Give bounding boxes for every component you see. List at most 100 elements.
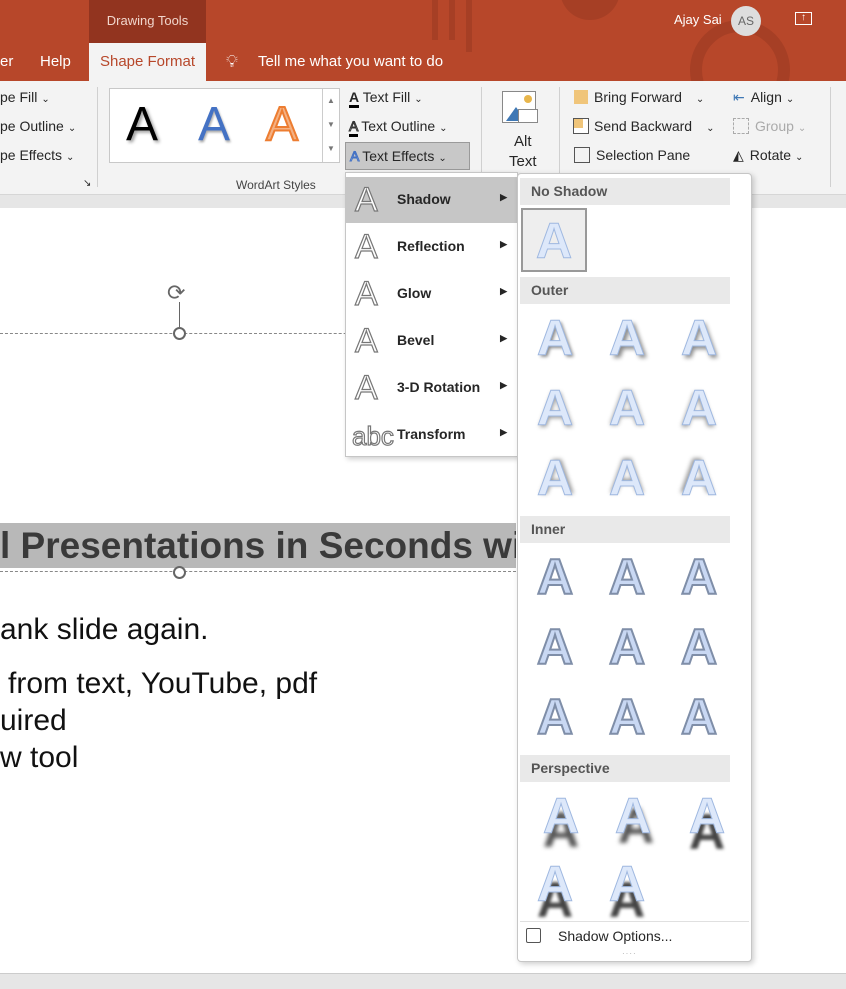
outer-shadow-option[interactable]: A — [594, 377, 660, 441]
shape-effects-button[interactable]: pe Effects ⌄ — [0, 147, 74, 163]
menu-item-reflection[interactable]: A Reflection ▶ — [346, 224, 517, 270]
menu-item-label: 3-D Rotation — [397, 379, 481, 395]
3-d-rotation-icon: A — [354, 368, 378, 407]
chevron-down-icon: ⌄ — [414, 94, 423, 105]
menu-item-bevel[interactable]: A Bevel ▶ — [346, 318, 517, 364]
shadow-options-button[interactable]: Shadow Options... — [518, 926, 751, 951]
outer-shadow-option[interactable]: A — [522, 447, 588, 511]
chevron-down-icon[interactable]: ⌄ — [696, 94, 704, 105]
scroll-down-icon[interactable]: ▼ — [323, 113, 339, 137]
tab-draw[interactable]: er — [0, 43, 13, 81]
group-button[interactable]: Group ⌄ — [733, 118, 806, 134]
shape-fill-button[interactable]: pe Fill ⌄ — [0, 89, 50, 105]
gallery-scroll[interactable]: ▲ ▼ ▼ — [322, 89, 339, 162]
perspective-shadow-option[interactable]: A — [528, 785, 594, 849]
shadow-icon: A — [354, 180, 378, 219]
inner-shadow-option[interactable]: A — [666, 686, 732, 750]
send-backward-button[interactable]: Send Backward ⌄ — [573, 118, 714, 134]
section-header-no-shadow: No Shadow — [520, 178, 730, 205]
outer-shadow-option[interactable]: A — [666, 447, 732, 511]
outer-shadow-option[interactable]: A — [666, 307, 732, 371]
selection-border-bottom — [0, 571, 516, 572]
rotate-icon: ◭ — [733, 147, 744, 163]
user-name[interactable]: Ajay Sai — [674, 12, 722, 27]
perspective-shadow-option[interactable]: A — [594, 853, 660, 917]
submenu-arrow-icon: ▶ — [500, 239, 507, 249]
section-header-perspective: Perspective — [520, 755, 730, 782]
shape-effects-label: pe Effects — [0, 147, 63, 163]
text-fill-button[interactable]: A Text Fill ⌄ — [349, 89, 423, 108]
section-header-inner: Inner — [520, 516, 730, 543]
menu-item-shadow[interactable]: A Shadow ▶ — [346, 177, 517, 223]
rotate-handle-icon[interactable]: ⟳ — [167, 280, 185, 306]
no-shadow-shadow-option[interactable]: A — [521, 208, 587, 272]
resize-grip-icon[interactable]: ···· — [622, 949, 637, 958]
outer-shadow-option[interactable]: A — [594, 447, 660, 511]
alt-text-icon — [500, 89, 540, 127]
inner-shadow-option[interactable]: A — [594, 616, 660, 680]
gallery-more-icon[interactable]: ▼ — [323, 137, 339, 161]
inner-shadow-option[interactable]: A — [522, 546, 588, 610]
bring-forward-button[interactable]: Bring Forward ⌄ — [574, 89, 704, 105]
submenu-arrow-icon: ▶ — [500, 427, 507, 437]
inner-shadow-option[interactable]: A — [522, 616, 588, 680]
tab-help[interactable]: Help — [40, 43, 71, 81]
scroll-up-icon[interactable]: ▲ — [323, 89, 339, 113]
outer-shadow-option[interactable]: A — [522, 307, 588, 371]
resize-handle-bottom[interactable] — [173, 566, 186, 579]
text-outline-button[interactable]: A Text Outline ⌄ — [349, 118, 448, 137]
wordart-style-black[interactable]: A — [126, 97, 158, 152]
resize-handle-top[interactable] — [173, 327, 186, 340]
perspective-shadow-option[interactable]: A — [522, 853, 588, 917]
menu-item-transform[interactable]: abc Transform ▶ — [346, 412, 517, 458]
outer-shadow-option[interactable]: A — [522, 377, 588, 441]
shape-fill-label: pe Fill — [0, 89, 38, 105]
bevel-icon: A — [354, 321, 378, 360]
body-text-line[interactable]: from text, YouTube, pdf — [8, 667, 317, 701]
chevron-down-icon: ⌄ — [438, 153, 447, 164]
wordart-style-orange[interactable]: A — [265, 97, 299, 152]
menu-item-3-d-rotation[interactable]: A 3-D Rotation ▶ — [346, 365, 517, 411]
shadow-options-label: Shadow Options... — [558, 928, 673, 944]
tab-shape-format[interactable]: Shape Format — [89, 43, 206, 81]
slide-title[interactable]: l Presentations in Seconds with — [0, 523, 516, 568]
inner-shadow-option[interactable]: A — [594, 546, 660, 610]
ribbon-display-options-icon[interactable]: ↑ — [795, 12, 812, 25]
shape-outline-button[interactable]: pe Outline ⌄ — [0, 118, 76, 134]
transform-icon: abc — [351, 420, 394, 451]
perspective-shadow-option[interactable]: A — [674, 785, 740, 849]
group-icon — [733, 118, 749, 134]
wordart-styles-gallery: A A A ▲ ▼ ▼ — [109, 88, 340, 163]
menu-item-glow[interactable]: A Glow ▶ — [346, 271, 517, 317]
align-button[interactable]: ⇤ Align ⌄ — [733, 89, 794, 106]
outer-shadow-option[interactable]: A — [594, 307, 660, 371]
rotate-button[interactable]: ◭ Rotate ⌄ — [733, 147, 803, 164]
dialog-launcher-icon[interactable]: ↘ — [83, 178, 91, 189]
body-text-line[interactable]: uired — [0, 704, 67, 738]
perspective-shadow-option[interactable]: A — [600, 785, 666, 849]
section-header-outer: Outer — [520, 277, 730, 304]
body-text-line[interactable]: w tool — [0, 741, 78, 775]
tell-me-search[interactable]: Tell me what you want to do — [258, 43, 443, 81]
wordart-style-blue[interactable]: A — [198, 97, 230, 152]
outer-shadow-option[interactable]: A — [666, 377, 732, 441]
selection-pane-button[interactable]: Selection Pane — [574, 147, 690, 163]
inner-shadow-option[interactable]: A — [666, 546, 732, 610]
divider — [520, 921, 749, 922]
avatar[interactable]: AS — [731, 6, 761, 36]
wordart-group-label: WordArt Styles — [236, 178, 316, 192]
chevron-down-icon: ⌄ — [439, 123, 448, 134]
inner-shadow-option[interactable]: A — [522, 686, 588, 750]
text-effects-button[interactable]: A Text Effects ⌄ — [345, 142, 470, 170]
inner-shadow-option[interactable]: A — [594, 686, 660, 750]
bring-forward-icon — [574, 90, 588, 104]
alt-text-button[interactable]: Alt Text — [509, 132, 537, 172]
body-text-line[interactable]: ank slide again. — [0, 613, 208, 647]
inner-shadow-option[interactable]: A — [666, 616, 732, 680]
text-effects-icon: A — [350, 148, 360, 165]
selection-pane-label: Selection Pane — [596, 147, 691, 163]
menu-item-label: Reflection — [397, 238, 465, 254]
alt-text-label-2: Text — [509, 153, 537, 170]
chevron-down-icon: ⌄ — [795, 152, 804, 163]
chevron-down-icon[interactable]: ⌄ — [706, 123, 714, 134]
